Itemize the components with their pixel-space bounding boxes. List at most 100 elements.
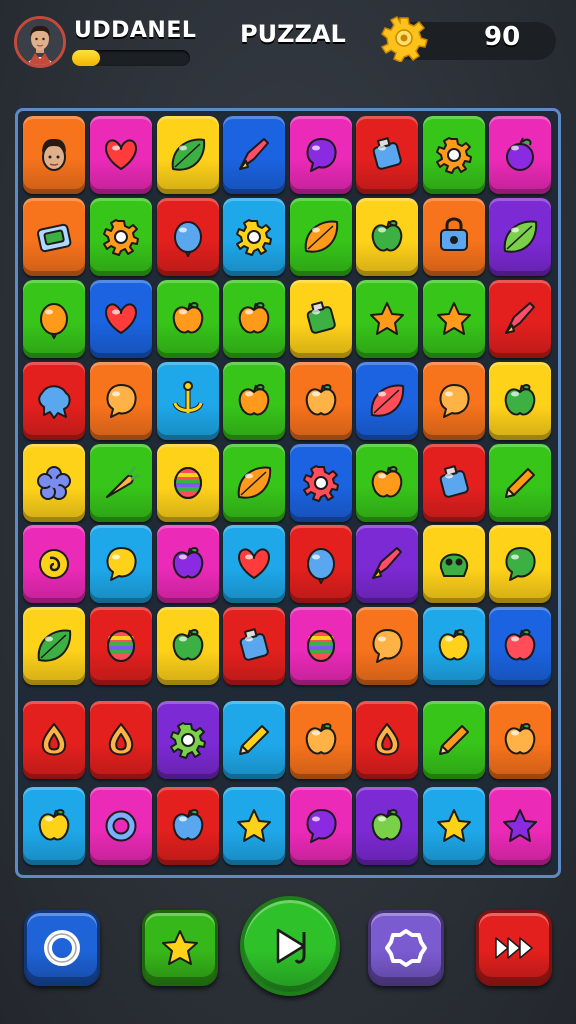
avatar-portrait-icon	[17, 19, 63, 65]
fast-forward-button[interactable]	[476, 910, 552, 986]
tile-r3-c5[interactable]	[290, 280, 352, 358]
tile-r1-c3[interactable]	[157, 116, 219, 194]
heart-icon	[105, 139, 137, 170]
tile-r5-c6[interactable]	[356, 444, 418, 522]
star-icon	[437, 302, 471, 335]
tile-r8-c8[interactable]	[489, 701, 551, 779]
star-icon	[437, 809, 471, 842]
tile-r5-c2[interactable]	[90, 444, 152, 522]
tile-r9-c6[interactable]	[356, 787, 418, 865]
tile-r6-c2[interactable]	[90, 525, 152, 603]
tile-r2-c4[interactable]	[223, 198, 285, 276]
apple-icon	[38, 809, 70, 841]
tile-r7-c3[interactable]	[157, 607, 219, 685]
tile-r3-c8[interactable]	[489, 280, 551, 358]
tile-r6-c3[interactable]	[157, 525, 219, 603]
tile-r5-c1[interactable]	[23, 444, 85, 522]
tile-r8-c6[interactable]	[356, 701, 418, 779]
tile-r6-c8[interactable]	[489, 525, 551, 603]
tile-r5-c3[interactable]	[157, 444, 219, 522]
tile-r7-c2[interactable]	[90, 607, 152, 685]
tile-r1-c5[interactable]	[290, 116, 352, 194]
tile-r9-c1[interactable]	[23, 787, 85, 865]
tile-r2-c8[interactable]	[489, 198, 551, 276]
tile-r7-c7[interactable]	[423, 607, 485, 685]
tile-r8-c2[interactable]	[90, 701, 152, 779]
tile-r7-c8[interactable]	[489, 607, 551, 685]
tile-r6-c5[interactable]	[290, 525, 352, 603]
tile-r4-c2[interactable]	[90, 362, 152, 440]
potion-icon	[372, 137, 402, 170]
flower-icon	[37, 466, 71, 500]
tile-r1-c1[interactable]	[23, 116, 85, 194]
tile-r5-c5[interactable]	[290, 444, 352, 522]
egg-icon	[174, 467, 202, 499]
tile-r4-c8[interactable]	[489, 362, 551, 440]
tile-r2-c1[interactable]	[23, 198, 85, 276]
tile-r8-c1[interactable]	[23, 701, 85, 779]
tile-r1-c4[interactable]	[223, 116, 285, 194]
tile-r3-c3[interactable]	[157, 280, 219, 358]
tile-r7-c6[interactable]	[356, 607, 418, 685]
tile-r4-c6[interactable]	[356, 362, 418, 440]
tile-r4-c3[interactable]	[157, 362, 219, 440]
tile-r8-c5[interactable]	[290, 701, 352, 779]
ring-button[interactable]	[24, 910, 100, 986]
gear-icon	[170, 722, 206, 759]
tile-r2-c7[interactable]	[423, 198, 485, 276]
settings-gear-icon[interactable]	[380, 14, 428, 63]
avatar-face-icon	[42, 138, 66, 171]
bubble-icon	[306, 809, 337, 843]
tile-r1-c6[interactable]	[356, 116, 418, 194]
potion-icon	[239, 628, 269, 661]
tile-r2-c2[interactable]	[90, 198, 152, 276]
tile-r4-c7[interactable]	[423, 362, 485, 440]
tile-r6-c1[interactable]	[23, 525, 85, 603]
tile-r6-c6[interactable]	[356, 525, 418, 603]
tile-r6-c4[interactable]	[223, 525, 285, 603]
carrot-icon	[106, 466, 140, 498]
tile-r9-c7[interactable]	[423, 787, 485, 865]
tile-r6-c7[interactable]	[423, 525, 485, 603]
tile-r3-c7[interactable]	[423, 280, 485, 358]
tile-r3-c1[interactable]	[23, 280, 85, 358]
tile-r1-c7[interactable]	[423, 116, 485, 194]
tile-r3-c2[interactable]	[90, 280, 152, 358]
apple-icon	[371, 809, 403, 841]
star-button[interactable]	[142, 910, 218, 986]
tile-r4-c5[interactable]	[290, 362, 352, 440]
tile-r9-c3[interactable]	[157, 787, 219, 865]
tile-r9-c2[interactable]	[90, 787, 152, 865]
tile-r8-c3[interactable]	[157, 701, 219, 779]
tile-r2-c6[interactable]	[356, 198, 418, 276]
puzzle-board	[15, 108, 561, 878]
play-button[interactable]	[240, 896, 340, 996]
tile-r5-c4[interactable]	[223, 444, 285, 522]
tile-r3-c6[interactable]	[356, 280, 418, 358]
tile-r7-c1[interactable]	[23, 607, 85, 685]
tile-r4-c1[interactable]	[23, 362, 85, 440]
tile-r2-c3[interactable]	[157, 198, 219, 276]
gear-icon	[303, 465, 339, 502]
tile-r5-c8[interactable]	[489, 444, 551, 522]
tile-r7-c5[interactable]	[290, 607, 352, 685]
apple-icon	[438, 629, 470, 661]
tile-r9-c4[interactable]	[223, 787, 285, 865]
tile-r1-c2[interactable]	[90, 116, 152, 194]
top-bar: UDDANEL PUZZAL 90	[0, 0, 576, 90]
tile-r9-c8[interactable]	[489, 787, 551, 865]
tile-r1-c8[interactable]	[489, 116, 551, 194]
tile-r7-c4[interactable]	[223, 607, 285, 685]
rocket-icon	[372, 547, 402, 579]
tile-r5-c7[interactable]	[423, 444, 485, 522]
egg-icon	[107, 630, 135, 662]
player-avatar[interactable]	[14, 16, 66, 68]
tile-r8-c4[interactable]	[223, 701, 285, 779]
tile-r4-c4[interactable]	[223, 362, 285, 440]
leaf-icon	[37, 629, 72, 662]
shield-button[interactable]	[368, 910, 444, 986]
tile-r9-c5[interactable]	[290, 787, 352, 865]
tile-r2-c5[interactable]	[290, 198, 352, 276]
tile-r8-c7[interactable]	[423, 701, 485, 779]
tile-r3-c4[interactable]	[223, 280, 285, 358]
